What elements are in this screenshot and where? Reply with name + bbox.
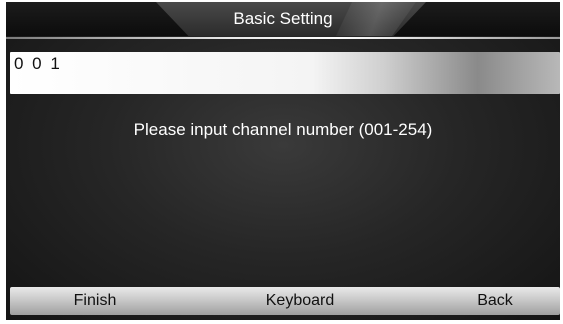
keyboard-button[interactable]: Keyboard bbox=[230, 287, 370, 315]
channel-number-value: 0 0 1 bbox=[14, 54, 62, 73]
title-divider bbox=[6, 37, 560, 39]
channel-number-input[interactable]: 0 0 1 bbox=[10, 52, 560, 94]
back-button[interactable]: Back bbox=[440, 287, 550, 315]
instruction-text: Please input channel number (001-254) bbox=[133, 120, 433, 139]
page-title: Basic Setting bbox=[233, 9, 333, 28]
finish-button[interactable]: Finish bbox=[40, 287, 150, 315]
device-screen: Basic Setting 0 0 1 Please input channel… bbox=[6, 2, 560, 320]
bottom-button-bar: Finish Keyboard Back bbox=[10, 287, 560, 315]
title-bar: Basic Setting bbox=[6, 2, 560, 36]
